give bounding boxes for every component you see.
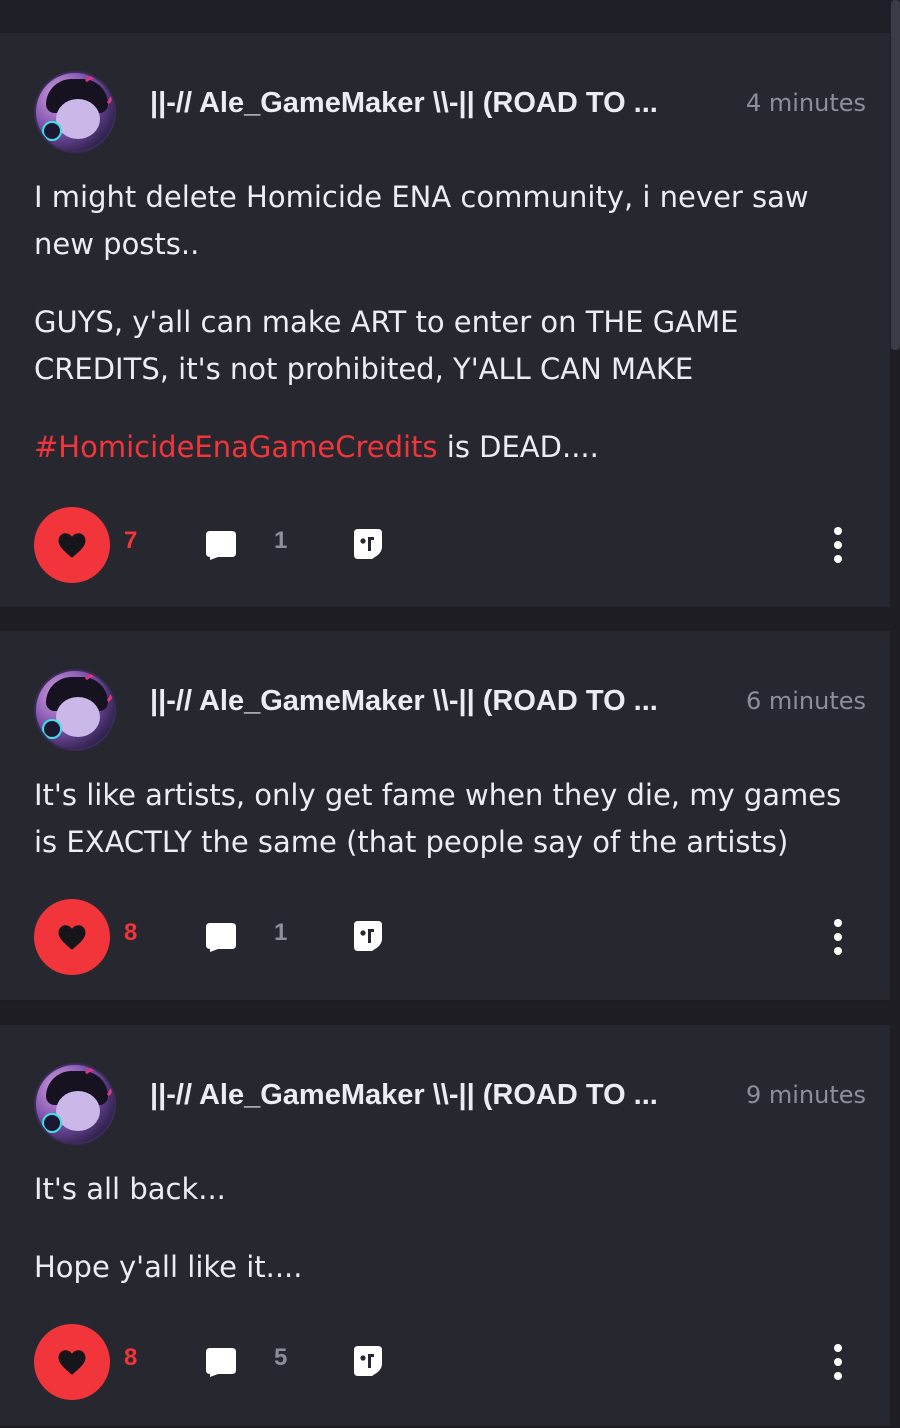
post-paragraph: It's like artists, only get fame when th… bbox=[34, 778, 842, 859]
heart-icon bbox=[58, 1349, 86, 1375]
comment-count: 1 bbox=[274, 919, 288, 946]
comment-count: 5 bbox=[274, 1344, 288, 1371]
post-paragraph: Hope y'all like it.... bbox=[34, 1250, 303, 1284]
post-actions: 8 1 bbox=[34, 899, 844, 975]
post-header: ||-// Ale_GameMaker \\-|| (ROAD TO ... 9… bbox=[34, 1063, 866, 1147]
avatar[interactable] bbox=[34, 1063, 116, 1145]
top-bar bbox=[0, 0, 900, 33]
hashtag-suffix: is DEAD.... bbox=[437, 430, 599, 464]
post-time: 9 minutes bbox=[745, 1081, 866, 1109]
share-icon[interactable] bbox=[352, 919, 384, 953]
post-paragraph: #HomicideEnaGameCredits is DEAD.... bbox=[34, 424, 856, 471]
heart-icon bbox=[58, 924, 86, 950]
author-name[interactable]: ||-// Ale_GameMaker \\-|| (ROAD TO ... bbox=[150, 1077, 720, 1113]
post-actions: 7 1 bbox=[34, 507, 844, 583]
post-paragraph: I might delete Homicide ENA community, i… bbox=[34, 180, 809, 261]
more-options-icon[interactable] bbox=[832, 919, 844, 955]
post-actions: 8 5 bbox=[34, 1324, 844, 1400]
hashtag-link[interactable]: #HomicideEnaGameCredits bbox=[34, 430, 438, 464]
author-name[interactable]: ||-// Ale_GameMaker \\-|| (ROAD TO ... bbox=[150, 85, 720, 121]
like-count: 8 bbox=[124, 1344, 138, 1371]
comment-icon[interactable] bbox=[204, 1346, 238, 1378]
scrollbar[interactable] bbox=[891, 0, 900, 350]
like-count: 7 bbox=[124, 527, 138, 554]
more-options-icon[interactable] bbox=[832, 1344, 844, 1380]
share-icon[interactable] bbox=[352, 527, 384, 561]
like-button[interactable] bbox=[34, 507, 110, 583]
post-card[interactable]: ||-// Ale_GameMaker \\-|| (ROAD TO ... 6… bbox=[0, 631, 890, 1002]
post-paragraph: It's all back... bbox=[34, 1172, 226, 1206]
heart-icon bbox=[58, 532, 86, 558]
post-card[interactable]: ||-// Ale_GameMaker \\-|| (ROAD TO ... 4… bbox=[0, 33, 890, 609]
like-button[interactable] bbox=[34, 1324, 110, 1400]
post-header: ||-// Ale_GameMaker \\-|| (ROAD TO ... 4… bbox=[34, 71, 866, 155]
post-time: 6 minutes bbox=[745, 687, 866, 715]
post-header: ||-// Ale_GameMaker \\-|| (ROAD TO ... 6… bbox=[34, 669, 866, 753]
post-body[interactable]: It's all back... Hope y'all like it.... bbox=[34, 1166, 856, 1322]
post-card[interactable]: ||-// Ale_GameMaker \\-|| (ROAD TO ... 9… bbox=[0, 1025, 890, 1428]
feed: ||-// Ale_GameMaker \\-|| (ROAD TO ... 4… bbox=[0, 0, 900, 1428]
comment-count: 1 bbox=[274, 527, 288, 554]
like-count: 8 bbox=[124, 919, 138, 946]
author-name[interactable]: ||-// Ale_GameMaker \\-|| (ROAD TO ... bbox=[150, 683, 720, 719]
more-options-icon[interactable] bbox=[832, 527, 844, 563]
avatar[interactable] bbox=[34, 669, 116, 751]
post-body[interactable]: I might delete Homicide ENA community, i… bbox=[34, 174, 856, 502]
post-paragraph: GUYS, y'all can make ART to enter on THE… bbox=[34, 305, 739, 386]
comment-icon[interactable] bbox=[204, 921, 238, 953]
post-body[interactable]: It's like artists, only get fame when th… bbox=[34, 772, 856, 897]
post-time: 4 minutes bbox=[745, 89, 866, 117]
like-button[interactable] bbox=[34, 899, 110, 975]
avatar[interactable] bbox=[34, 71, 116, 153]
comment-icon[interactable] bbox=[204, 529, 238, 561]
share-icon[interactable] bbox=[352, 1344, 384, 1378]
